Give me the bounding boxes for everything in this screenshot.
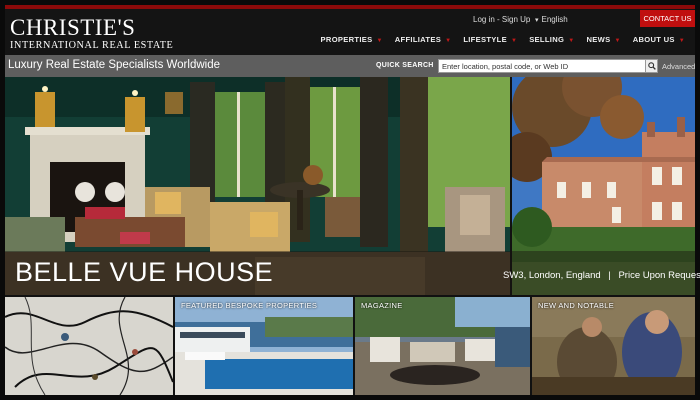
hero-location-text: SW3, London, England — [503, 270, 601, 281]
login-signup-link[interactable]: Log in - Sign Up — [473, 15, 530, 24]
tile-label: NEW AND NOTABLE — [538, 301, 615, 310]
main-nav: PROPERTIES ▼ AFFILIATES ▼ LIFESTYLE ▼ SELLI… — [315, 35, 691, 44]
site-header: CHRISTIE'S INTERNATIONAL REAL ESTATE Log… — [5, 9, 695, 55]
nav-label: NEWS — [586, 35, 611, 44]
painting-image — [532, 297, 695, 395]
advanced-search-link[interactable]: Advanced — [662, 62, 695, 71]
abstract-art-image — [5, 297, 173, 395]
tile-art[interactable] — [5, 297, 173, 395]
quick-search-label: QUICK SEARCH — [376, 62, 434, 69]
search-bar: Luxury Real Estate Specialists Worldwide… — [5, 55, 695, 77]
nav-label: PROPERTIES — [320, 35, 373, 44]
hero-separator: | — [608, 270, 611, 281]
nav-label: AFFILIATES — [394, 35, 442, 44]
hero-property-title[interactable]: BELLE VUE HOUSE — [15, 257, 273, 288]
nav-about-us[interactable]: ABOUT US ▼ — [627, 35, 691, 44]
feature-tiles: FEATURED BESPOKE PROPERTIES MAGAZINE NEW… — [5, 297, 695, 395]
nav-selling[interactable]: SELLING ▼ — [523, 35, 580, 44]
caret-down-icon: ▾ — [535, 17, 539, 24]
language-label: English — [541, 15, 568, 24]
search-icon — [647, 62, 656, 70]
pool-property-image — [175, 297, 353, 395]
caret-down-icon: ▼ — [445, 38, 452, 44]
caret-down-icon: ▼ — [376, 38, 383, 44]
nav-lifestyle[interactable]: LIFESTYLE ▼ — [457, 35, 523, 44]
tile-magazine[interactable]: MAGAZINE — [355, 297, 530, 395]
hero-property-location: SW3, London, England | Price Upon Reques… — [503, 270, 700, 281]
quick-search-input[interactable] — [438, 59, 646, 73]
tile-new-and-notable[interactable]: NEW AND NOTABLE — [532, 297, 695, 395]
hero-price-text: Price Upon Request — [618, 270, 700, 281]
tile-label: FEATURED BESPOKE PROPERTIES — [181, 301, 318, 310]
nav-properties[interactable]: PROPERTIES ▼ — [315, 35, 389, 44]
nav-affiliates[interactable]: AFFILIATES ▼ — [389, 35, 458, 44]
language-selector[interactable]: ▾ English — [535, 15, 568, 24]
search-button[interactable] — [645, 59, 658, 73]
terrace-image — [355, 297, 530, 395]
caret-down-icon: ▼ — [678, 38, 685, 44]
logo-sub-text: INTERNATIONAL REAL ESTATE — [10, 40, 174, 51]
site-logo[interactable]: CHRISTIE'S INTERNATIONAL REAL ESTATE — [10, 15, 174, 51]
nav-label: SELLING — [529, 35, 565, 44]
tile-featured-bespoke[interactable]: FEATURED BESPOKE PROPERTIES — [175, 297, 353, 395]
tile-label: MAGAZINE — [361, 301, 403, 310]
nav-news[interactable]: NEWS ▼ — [580, 35, 626, 44]
tagline: Luxury Real Estate Specialists Worldwide — [8, 59, 220, 71]
contact-us-button[interactable]: CONTACT US — [640, 10, 695, 27]
nav-label: LIFESTYLE — [463, 35, 507, 44]
caret-down-icon: ▼ — [614, 38, 621, 44]
caret-down-icon: ▼ — [568, 38, 575, 44]
caret-down-icon: ▼ — [510, 38, 518, 44]
nav-label: ABOUT US — [632, 35, 675, 44]
logo-main-text: CHRISTIE'S — [10, 15, 136, 40]
